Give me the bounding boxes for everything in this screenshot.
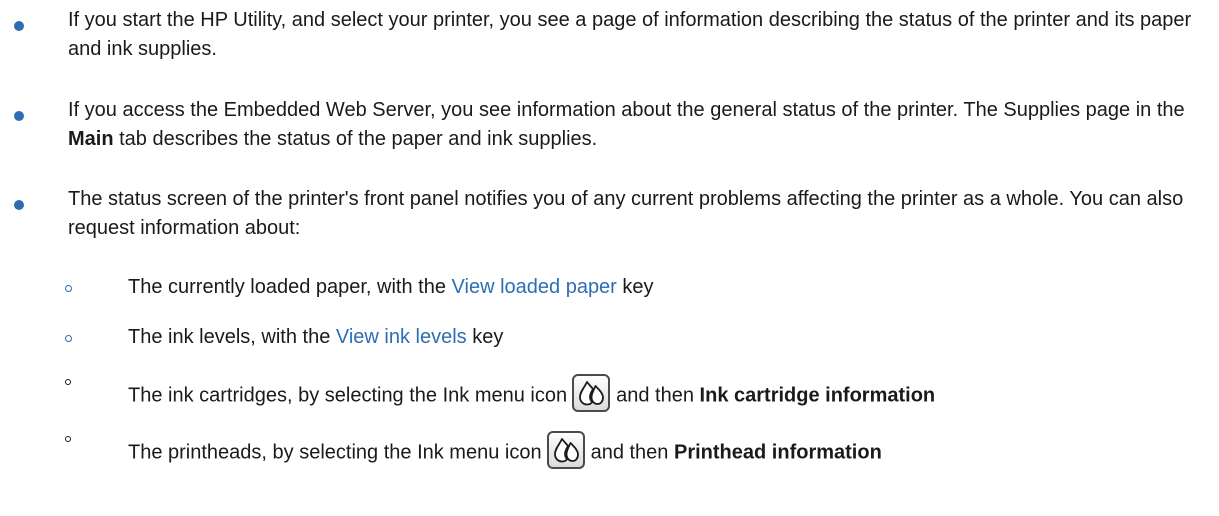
text-segment: If you access the Embedded Web Server, y… <box>68 99 1185 121</box>
text-segment: and then <box>590 441 674 464</box>
bullet-dot <box>14 21 24 31</box>
text-segment: key <box>616 276 654 298</box>
bullet-text: The status screen of the printer's front… <box>68 188 1184 239</box>
bullet-text: If you start the HP Utility, and select … <box>68 9 1192 60</box>
sub-item-text: The ink levels, with the View ink levels… <box>128 323 503 352</box>
sub-bullet-marker <box>65 436 71 442</box>
sub-item-text: The ink cartridges, by selecting the Ink… <box>128 374 936 415</box>
sub-bullet-marker <box>65 285 72 292</box>
text-segment: The printheads, by selecting the Ink men… <box>128 441 542 464</box>
text-segment: and then <box>616 384 700 407</box>
bold-term: Printhead information <box>674 441 882 464</box>
bullet-dot <box>14 111 24 121</box>
text-segment: tab describes the status of the paper an… <box>113 128 598 150</box>
text-segment: The ink cartridges, by selecting the Ink… <box>128 384 568 407</box>
text-segment: key <box>466 326 504 348</box>
text-segment: The currently loaded paper, with the <box>128 276 452 298</box>
text-segment: The ink levels, with the <box>128 326 336 348</box>
sub-bullet-marker <box>65 379 71 385</box>
sub-bullet-marker <box>65 335 72 342</box>
sub-item-text: The currently loaded paper, with the Vie… <box>128 273 654 302</box>
view-ink-levels-link[interactable]: View ink levels <box>336 326 467 348</box>
bullet-text: If you access the Embedded Web Server, y… <box>68 96 1208 154</box>
ink-drops-icon <box>546 431 585 469</box>
sub-item-text: The printheads, by selecting the Ink men… <box>128 431 882 472</box>
ink-drops-icon <box>572 374 611 412</box>
bold-term: Main <box>68 128 114 150</box>
bullet-dot <box>14 200 24 210</box>
bold-term: Ink cartridge information <box>699 384 936 407</box>
view-loaded-paper-link[interactable]: View loaded paper <box>452 276 617 298</box>
